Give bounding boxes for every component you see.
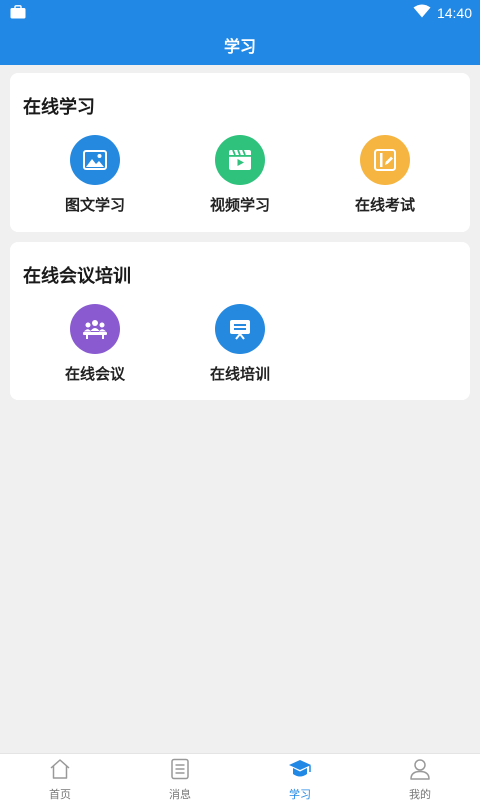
status-time: 14:40 (436, 4, 472, 21)
user-icon (409, 758, 431, 784)
message-icon (169, 758, 191, 784)
section-title: 在线学习 (23, 97, 95, 118)
tab-label: 学习 (289, 788, 311, 800)
tab-label: 首页 (49, 788, 71, 800)
training-icon (215, 304, 265, 354)
page-title: 学习 (223, 36, 256, 56)
exam-icon (360, 135, 410, 185)
online-meeting-button[interactable]: 在线会议 (35, 304, 155, 384)
item-label: 在线会议 (64, 365, 125, 383)
tab-label: 我的 (409, 788, 431, 800)
app-screen: 14:40 学习 在线学习 图文学习 视频学习 在线考试 在线会议培训 在线会议… (0, 0, 480, 800)
status-bar: 14:40 (0, 0, 480, 24)
image-icon (70, 135, 120, 185)
tab-home[interactable]: 首页 (0, 754, 120, 800)
tab-label: 消息 (169, 788, 191, 800)
item-label: 视频学习 (209, 196, 270, 214)
section-title: 在线会议培训 (23, 266, 131, 287)
section-online-meeting-training: 在线会议培训 在线会议 在线培训 (10, 242, 470, 400)
image-text-learning-button[interactable]: 图文学习 (35, 135, 155, 215)
home-icon (49, 758, 71, 784)
meeting-icon (70, 304, 120, 354)
item-label: 图文学习 (64, 196, 125, 214)
tab-messages[interactable]: 消息 (120, 754, 240, 800)
tab-study[interactable]: 学习 (240, 754, 360, 800)
video-icon (215, 135, 265, 185)
online-exam-button[interactable]: 在线考试 (325, 135, 445, 215)
briefcase-icon (10, 4, 26, 23)
item-label: 在线培训 (209, 365, 270, 383)
wifi-icon (413, 3, 431, 22)
section-online-learning: 在线学习 图文学习 视频学习 在线考试 (10, 73, 470, 232)
online-training-button[interactable]: 在线培训 (180, 304, 300, 384)
top-bar: 14:40 学习 (0, 0, 480, 65)
graduation-cap-icon (288, 758, 312, 784)
video-learning-button[interactable]: 视频学习 (180, 135, 300, 215)
title-bar: 学习 (0, 24, 480, 65)
item-label: 在线考试 (354, 196, 415, 214)
tab-profile[interactable]: 我的 (360, 754, 480, 800)
bottom-tab-bar: 首页 消息 学习 我的 (0, 753, 480, 800)
